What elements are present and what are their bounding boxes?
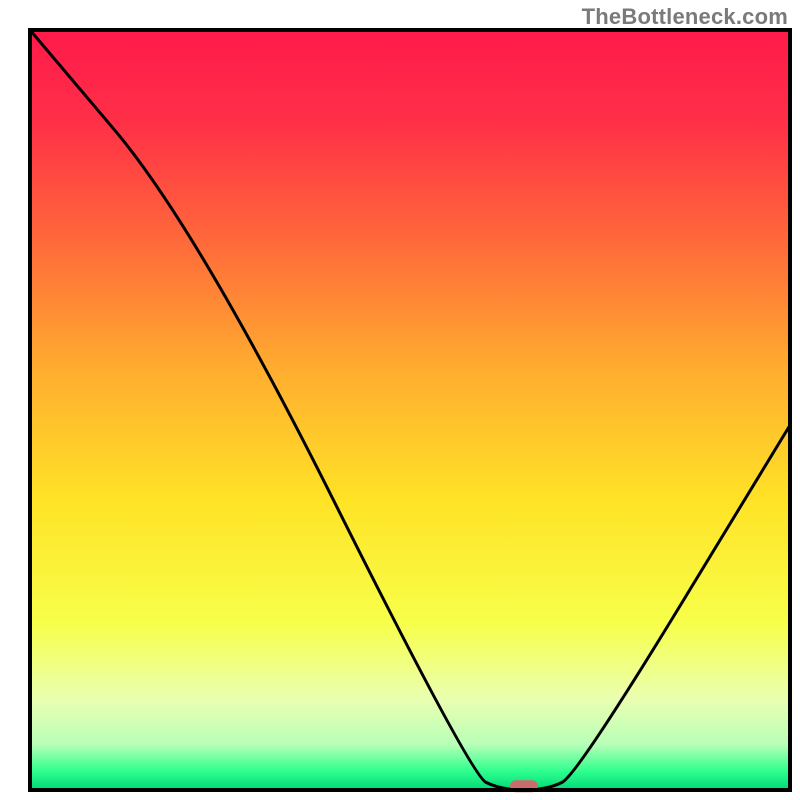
watermark-text: TheBottleneck.com bbox=[582, 4, 788, 30]
bottleneck-chart bbox=[0, 0, 800, 800]
gradient-background bbox=[30, 30, 790, 790]
chart-container: TheBottleneck.com bbox=[0, 0, 800, 800]
